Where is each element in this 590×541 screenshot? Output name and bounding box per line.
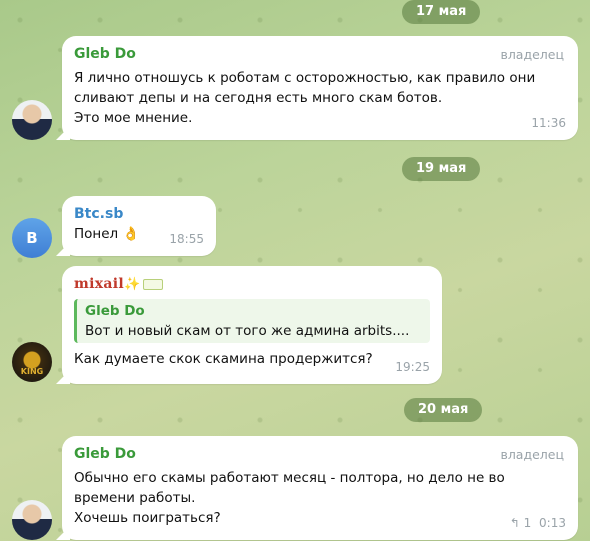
replies-indicator[interactable]: ↰ 1 0:13 <box>510 513 566 533</box>
date-label: 20 мая <box>418 402 469 417</box>
message-bubble[interactable]: Gleb Do владелец Я лично отношусь к робо… <box>56 36 578 140</box>
bubble-tail <box>56 242 70 256</box>
sender-line: mixail✨ <box>74 274 430 295</box>
reply-quote[interactable]: Gleb Do Вот и новый скам от того же адми… <box>74 299 430 343</box>
sparkle-icon: ✨ <box>124 277 141 292</box>
date-separator: 19 мая <box>402 157 481 181</box>
sender-name[interactable]: Gleb Do <box>74 44 566 64</box>
avatar[interactable] <box>12 500 52 540</box>
date-label: 19 мая <box>416 161 467 176</box>
message-bubble[interactable]: Btc.sb Понел 👌 18:55 <box>56 196 216 256</box>
sender-name[interactable]: Gleb Do <box>74 444 566 464</box>
avatar-letter: B <box>26 229 38 247</box>
bubble-tail <box>56 526 70 540</box>
message-time: 18:55 <box>169 232 204 246</box>
quote-sender: Gleb Do <box>85 303 145 319</box>
role-badge: владелец <box>500 47 564 62</box>
date-separator: 20 мая <box>404 398 483 422</box>
sender-name[interactable]: mixail <box>74 276 124 292</box>
avatar[interactable]: B <box>12 218 52 258</box>
reply-count: 1 <box>523 516 532 530</box>
sender-name[interactable]: Btc.sb <box>74 204 204 224</box>
quote-text: Вот и новый скам от того же админа arbit… <box>85 323 410 339</box>
badge-icon <box>143 278 164 290</box>
avatar-text: KING <box>20 367 44 376</box>
avatar[interactable] <box>12 100 52 140</box>
message-text: Я лично отношусь к роботам с осторожност… <box>74 70 536 126</box>
date-separator: 17 мая <box>402 0 481 24</box>
bubble-tail <box>56 370 70 384</box>
role-badge: владелец <box>500 447 564 462</box>
message-time: 11:36 <box>531 116 566 130</box>
message-bubble[interactable]: mixail✨ Gleb Do Вот и новый скам от того… <box>56 266 442 384</box>
date-label: 17 мая <box>416 4 467 19</box>
message-text: Как думаете скок скамина продержится? <box>74 351 373 367</box>
message-text: Обычно его скамы работают месяц - полтор… <box>74 470 505 526</box>
avatar[interactable]: KING <box>12 342 52 382</box>
bubble-tail <box>56 126 70 140</box>
message-bubble[interactable]: Gleb Do владелец Обычно его скамы работа… <box>56 436 578 540</box>
message-time: 0:13 <box>539 516 566 530</box>
reply-icon: ↰ <box>509 516 520 530</box>
message-time: 19:25 <box>395 360 430 374</box>
